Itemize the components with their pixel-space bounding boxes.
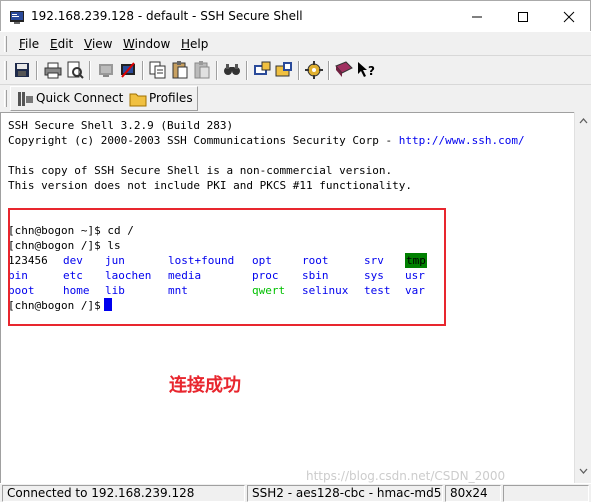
menu-bar: File Edit View Window Help	[0, 31, 591, 55]
save-button[interactable]	[12, 60, 32, 80]
new-terminal-button[interactable]	[118, 60, 138, 80]
folder-icon	[129, 90, 147, 111]
maximize-icon	[518, 12, 528, 22]
print-button[interactable]	[43, 60, 63, 80]
menu-view[interactable]: View	[84, 37, 112, 51]
terminal-size-status: 80x24	[445, 485, 501, 502]
book-icon	[335, 61, 353, 77]
print-preview-icon	[67, 61, 84, 79]
title-bar: 192.168.239.128 - default - SSH Secure S…	[0, 0, 591, 31]
cipher-status: SSH2 - aes128-cbc - hmac-md5	[247, 485, 443, 502]
paste-button[interactable]	[170, 60, 190, 80]
profiles-tool-button[interactable]	[252, 60, 272, 80]
print-preview-button[interactable]	[65, 60, 85, 80]
scroll-up-icon[interactable]	[579, 118, 588, 124]
status-extra-panel	[503, 485, 589, 502]
sftp-icon	[275, 62, 292, 77]
disconnect-button[interactable]	[96, 60, 116, 80]
minimize-button[interactable]	[454, 1, 500, 32]
scroll-down-icon[interactable]	[579, 468, 588, 474]
connection-status: Connected to 192.168.239.128	[2, 485, 245, 502]
quick-connect-group: Quick Connect Profiles	[10, 86, 198, 111]
status-bar: Connected to 192.168.239.128 SSH2 - aes1…	[0, 483, 591, 502]
help-icon: ?	[358, 62, 375, 78]
menu-help[interactable]: Help	[181, 37, 208, 51]
terminal-copyright-line: Copyright (c) 2000-2003 SSH Communicatio…	[8, 134, 525, 147]
settings-button[interactable]	[304, 60, 324, 80]
new-terminal-icon	[121, 62, 135, 78]
copy-icon	[149, 61, 166, 79]
close-icon	[563, 11, 575, 23]
quick-connect-icon	[16, 90, 34, 111]
window-title: 192.168.239.128 - default - SSH Secure S…	[31, 9, 303, 23]
paste-disabled-button[interactable]	[192, 60, 212, 80]
toolbar-grip[interactable]	[4, 61, 7, 80]
menubar-grip[interactable]	[4, 36, 7, 52]
terminal-notice-line: This copy of SSH Secure Shell is a non-c…	[8, 164, 393, 177]
book-button[interactable]	[334, 60, 354, 80]
settings-icon	[305, 61, 323, 79]
find-button[interactable]	[222, 60, 242, 80]
toolbar-separator	[246, 61, 248, 80]
watermark: https://blog.csdn.net/CSDN_2000	[306, 469, 506, 483]
toolbar-separator	[328, 61, 330, 80]
toolbar-separator	[216, 61, 218, 80]
toolbar-separator	[298, 61, 300, 80]
save-icon	[15, 63, 29, 77]
ssh-url-link[interactable]: http://www.ssh.com/	[399, 134, 525, 147]
menu-edit[interactable]: Edit	[50, 37, 73, 51]
profiles-icon	[254, 61, 271, 75]
highlight-box	[8, 208, 446, 326]
disconnect-icon	[99, 64, 113, 77]
paste-icon	[172, 61, 188, 79]
toolbar-separator	[36, 61, 38, 80]
minimize-icon	[472, 16, 482, 18]
success-annotation: 连接成功	[169, 375, 241, 396]
quick-connect-bar: Quick Connect Profiles	[0, 84, 591, 111]
toolbar: ?	[0, 55, 591, 84]
svg-text:?: ?	[368, 64, 375, 78]
print-icon	[44, 62, 62, 79]
terminal-notice-line: This version does not include PKI and PK…	[8, 179, 412, 192]
quick-connect-label: Quick Connect	[36, 91, 124, 105]
sftp-button[interactable]	[274, 60, 294, 80]
terminal-banner-line: SSH Secure Shell 3.2.9 (Build 283)	[8, 119, 234, 132]
copy-button[interactable]	[148, 60, 168, 80]
toolbar-separator	[142, 61, 144, 80]
quick-connect-button[interactable]: Quick Connect	[14, 90, 123, 111]
close-button[interactable]	[546, 1, 591, 32]
ssh-terminal-icon	[9, 9, 25, 28]
quickbar-grip[interactable]	[4, 90, 7, 107]
menu-file[interactable]: File	[19, 37, 39, 51]
maximize-button[interactable]	[500, 1, 546, 32]
profiles-label: Profiles	[149, 91, 193, 105]
paste-disabled-icon	[194, 61, 210, 79]
terminal-area[interactable]: SSH Secure Shell 3.2.9 (Build 283) Copyr…	[0, 112, 574, 483]
profiles-button[interactable]: Profiles	[127, 90, 197, 108]
menu-window[interactable]: Window	[123, 37, 170, 51]
help-button[interactable]: ?	[356, 60, 376, 80]
find-icon	[224, 64, 240, 75]
vertical-scrollbar[interactable]	[574, 112, 591, 483]
toolbar-separator	[89, 61, 91, 80]
